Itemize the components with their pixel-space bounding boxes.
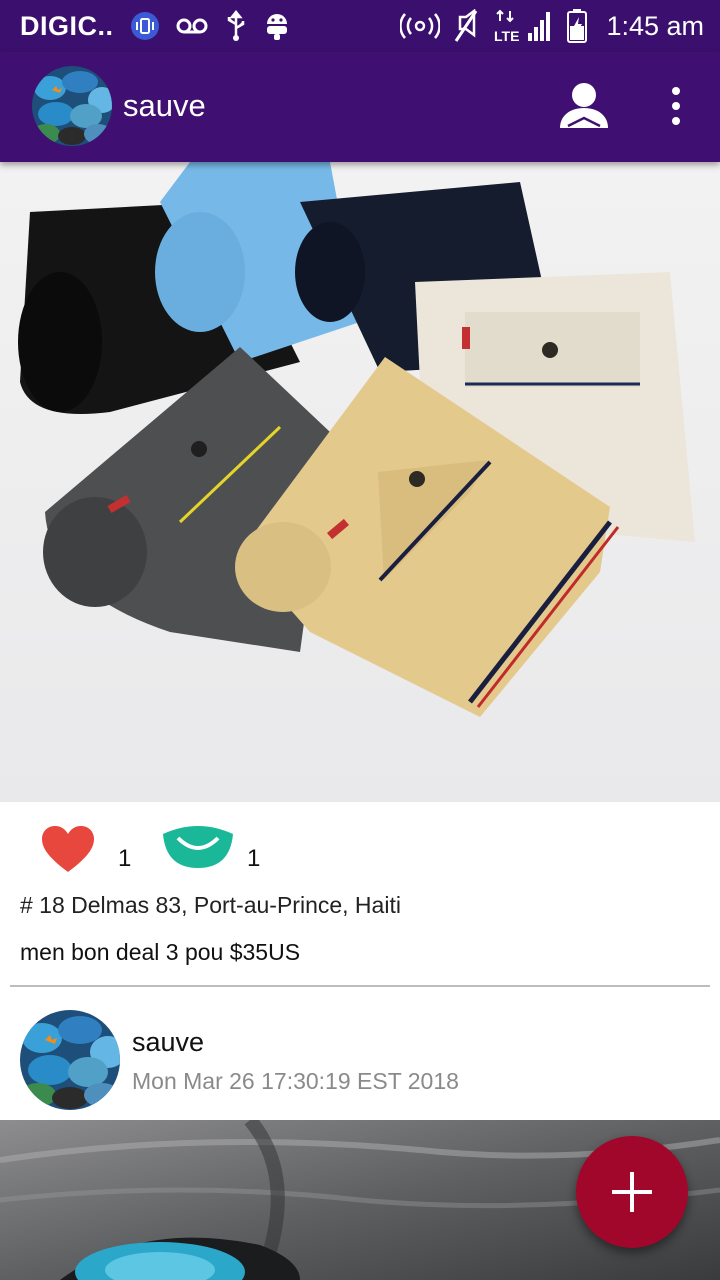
view-count: 1 (247, 845, 261, 872)
user-avatar[interactable] (32, 66, 112, 146)
profile-icon[interactable] (558, 82, 610, 130)
svg-text:LTE: LTE (494, 28, 519, 43)
more-dot (672, 102, 680, 110)
like-count: 1 (118, 845, 132, 872)
post-location: # 18 Delmas 83, Port-au-Prince, Haiti (20, 892, 401, 918)
hotspot-icon (400, 12, 441, 40)
app-bar: sauve (0, 52, 720, 162)
post-timestamp: Mon Mar 26 17:30:19 EST 2018 (132, 1068, 459, 1094)
post-actions: 1 1 (0, 802, 720, 882)
vibrate-icon (130, 11, 160, 41)
mute-icon (452, 9, 480, 43)
add-post-button[interactable] (576, 1136, 688, 1248)
more-dot (672, 87, 680, 95)
post-caption: men bon deal 3 pou $35US (20, 939, 301, 965)
status-bar-left: DIGIC.. (20, 0, 290, 52)
post-image[interactable] (0, 162, 720, 802)
carrier-name: DIGIC.. (20, 10, 114, 41)
heart-icon[interactable] (40, 824, 96, 874)
plus-icon (612, 1172, 652, 1212)
author-name: sauve (132, 1027, 205, 1057)
status-bar-right: LTE 1:45 am (400, 0, 704, 52)
lte-signal-icon: LTE (492, 9, 554, 43)
divider (10, 985, 710, 987)
more-options-icon[interactable] (660, 82, 692, 130)
usb-icon (224, 10, 248, 42)
clock: 1:45 am (606, 10, 704, 41)
battery-charging-icon (566, 8, 588, 44)
more-dot (672, 117, 680, 125)
author-avatar[interactable] (20, 1010, 120, 1110)
status-bar: DIGIC.. LTE 1:45 am (0, 0, 720, 52)
android-debug-icon (264, 10, 290, 42)
app-bar-username: sauve (123, 88, 206, 123)
voicemail-icon (176, 17, 208, 35)
eye-icon[interactable] (160, 824, 236, 872)
